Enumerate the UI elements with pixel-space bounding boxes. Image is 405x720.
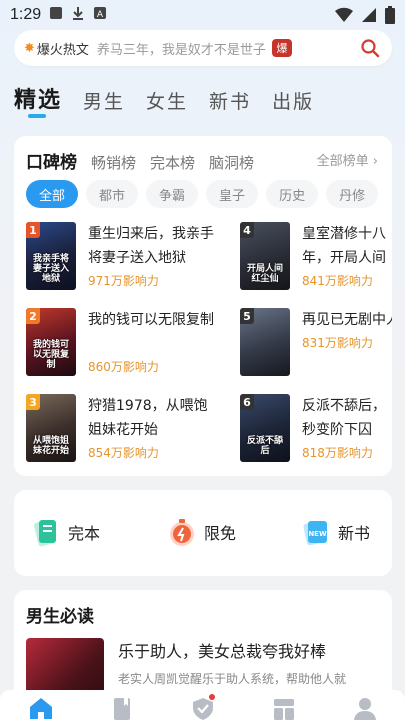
cellular-signal-icon (361, 7, 377, 27)
rank-badge: 5 (240, 308, 254, 324)
chip-hegemony[interactable]: 争霸 (146, 180, 199, 208)
book-cover: 3 从喂饱姐妹花开始 (26, 394, 76, 462)
ranking-card: 口碑榜 畅销榜 完本榜 脑洞榜 全部榜单 › 全部 都市 争霸 皇子 历史 丹修… (14, 136, 392, 476)
book-influence: 860万影响力 (88, 360, 159, 374)
book-title: 再见已无剧中人 (302, 312, 392, 328)
rank-badge: 2 (26, 308, 40, 324)
chip-prince[interactable]: 皇子 (206, 180, 259, 208)
book-influence: 818万影响力 (302, 446, 373, 460)
book-title: 狩猎1978，从喂饱姐妹花开始 (88, 398, 208, 438)
shortcut-completed[interactable]: 完本 (30, 516, 100, 548)
status-time: 1:29 (10, 6, 42, 23)
book-item-6[interactable]: 6 反派不舔后 反派不舔后，秒变阶下囚 818万影响力 (240, 394, 392, 468)
shortcut-label: 完本 (68, 524, 101, 543)
explosive-badge: 爆 (271, 39, 292, 57)
rank-tab-imaginative[interactable]: 脑洞榜 (209, 152, 254, 173)
cover-text: 开局人间红尘仙 (246, 264, 283, 284)
book-influence: 854万影响力 (88, 446, 159, 460)
hot-article-tag: ✸ 爆火热文 (24, 39, 89, 58)
book-item-1[interactable]: 1 我亲手将妻子送入地狱 重生归来后，我亲手将妻子送入地狱 971万影响力 (26, 222, 226, 296)
book-title: 反派不舔后，秒变阶下囚 (302, 398, 386, 438)
fire-spark-icon: ✸ (24, 40, 35, 56)
top-tabs: 精选 男生 女生 新书 出版 (14, 82, 314, 114)
notification-square-icon (49, 6, 63, 24)
book-title: 我的钱可以无限复制 (88, 312, 214, 328)
rank-badge: 1 (26, 222, 40, 238)
chip-history[interactable]: 历史 (266, 180, 319, 208)
welfare-icon[interactable] (189, 694, 217, 720)
shortcut-label: 新书 (338, 524, 371, 543)
book-title: 重生归来后，我亲手将妻子送入地狱 (88, 226, 214, 266)
timer-free-icon (166, 516, 198, 548)
wifi-icon (335, 7, 353, 27)
cover-text: 我的钱可以无限复制 (32, 340, 69, 370)
svg-text:NEW: NEW (308, 530, 327, 538)
chip-all[interactable]: 全部 (26, 180, 79, 208)
tab-publishing[interactable]: 出版 (272, 87, 314, 114)
home-icon[interactable] (27, 696, 55, 720)
book-title: 皇室潜修十八年，开局人间红尘 (302, 226, 386, 266)
book-item-4[interactable]: 4 开局人间红尘仙 皇室潜修十八年，开局人间红尘 841万影响力 (240, 222, 392, 296)
genre-chips: 全部 都市 争霸 皇子 历史 丹修 (26, 180, 392, 208)
book-cover: 1 我亲手将妻子送入地狱 (26, 222, 76, 290)
book-item-3[interactable]: 3 从喂饱姐妹花开始 狩猎1978，从喂饱姐妹花开始 854万影响力 (26, 394, 226, 468)
book-influence: 841万影响力 (302, 274, 373, 288)
cover-text: 从喂饱姐妹花开始 (32, 436, 69, 456)
download-icon (71, 6, 85, 24)
book-item-2[interactable]: 2 我的钱可以无限复制 我的钱可以无限复制 860万影响力 (26, 308, 226, 382)
book-influence: 971万影响力 (88, 274, 159, 288)
rank-tab-completed[interactable]: 完本榜 (150, 152, 195, 173)
ranking-tabs: 口碑榜 畅销榜 完本榜 脑洞榜 (26, 148, 254, 173)
active-tab-indicator (28, 114, 46, 118)
tab-new-books[interactable]: 新书 (209, 87, 251, 114)
cover-text: 反派不舔后 (246, 436, 283, 456)
book-cover: 4 开局人间红尘仙 (240, 222, 290, 290)
search-icon[interactable] (360, 38, 380, 58)
battery-icon (385, 6, 395, 28)
search-placeholder[interactable]: 养马三年，我是奴才不是世子 (97, 39, 266, 58)
cover-text: 我亲手将妻子送入地狱 (32, 254, 69, 284)
shortcut-card: 完本 限免 NEW 新书 (14, 490, 392, 576)
book-influence: 831万影响力 (302, 336, 373, 350)
rank-badge: 3 (26, 394, 40, 410)
book-title[interactable]: 乐于助人，美女总裁夸我好棒 (118, 638, 326, 662)
tab-featured[interactable]: 精选 (14, 82, 62, 114)
tab-female[interactable]: 女生 (146, 87, 188, 114)
tab-male[interactable]: 男生 (83, 87, 125, 114)
all-rankings-link[interactable]: 全部榜单 › (317, 150, 378, 169)
hot-article-label: 爆火热文 (36, 42, 89, 58)
book-description: 老实人周凯觉醒乐于助人系统，帮助他人就 (118, 672, 347, 686)
bookshelf-icon[interactable] (108, 696, 136, 720)
search-bar[interactable]: ✸ 爆火热文 养马三年，我是奴才不是世子 爆 (14, 30, 392, 66)
book-cover: 6 反派不舔后 (240, 394, 290, 462)
profile-icon[interactable] (351, 696, 379, 720)
font-a-icon: A (93, 6, 107, 24)
shortcut-label: 限免 (204, 524, 237, 543)
notification-dot (208, 694, 215, 700)
rank-badge: 6 (240, 394, 254, 410)
bottom-nav (0, 690, 405, 720)
section-title: 男生必读 (26, 607, 94, 627)
shortcut-free[interactable]: 限免 (166, 516, 236, 548)
book-complete-icon (30, 516, 62, 548)
category-icon[interactable] (270, 696, 298, 720)
shortcut-new[interactable]: NEW 新书 (300, 516, 370, 548)
book-item-5[interactable]: 5 再见已无剧中人 831万影响力 (240, 308, 392, 382)
rank-tab-reputation[interactable]: 口碑榜 (26, 148, 77, 173)
new-book-icon: NEW (300, 516, 332, 548)
chip-alchemy[interactable]: 丹修 (326, 180, 379, 208)
book-cover: 5 (240, 308, 290, 376)
svg-text:A: A (97, 10, 104, 20)
chip-urban[interactable]: 都市 (86, 180, 139, 208)
book-cover: 2 我的钱可以无限复制 (26, 308, 76, 376)
rank-tab-bestseller[interactable]: 畅销榜 (91, 152, 136, 173)
rank-badge: 4 (240, 222, 254, 238)
status-bar: 1:29 A (0, 0, 405, 30)
